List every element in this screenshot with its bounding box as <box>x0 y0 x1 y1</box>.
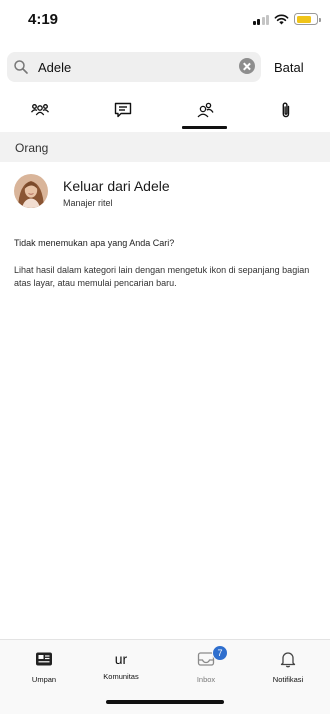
bell-icon <box>279 649 297 669</box>
status-time: 4:19 <box>28 11 59 28</box>
community-glyph-text: ur <box>114 651 128 667</box>
attachment-icon <box>282 102 290 118</box>
cancel-button[interactable]: Batal <box>274 60 304 75</box>
tab-people[interactable] <box>182 96 228 130</box>
nav-community[interactable]: ur Komunitas <box>91 640 151 690</box>
home-indicator <box>106 700 224 704</box>
not-found-hint: Lihat hasil dalam kategori lain dengan m… <box>14 265 310 288</box>
wifi-icon <box>274 14 289 24</box>
clear-icon[interactable] <box>239 58 255 74</box>
search-input[interactable]: Adele <box>7 52 261 82</box>
section-title: Orang <box>15 141 49 155</box>
nav-inbox[interactable]: Inbox <box>176 640 236 690</box>
nav-feed-label: Umpan <box>31 675 57 684</box>
person-result[interactable]: Keluar dari Adele Manajer ritel <box>0 168 330 220</box>
people-icon <box>197 102 214 118</box>
nav-feed[interactable]: Umpan <box>14 640 74 690</box>
tab-messages[interactable] <box>100 96 146 130</box>
tab-files[interactable] <box>263 96 309 130</box>
community-glyph: ur <box>115 649 127 669</box>
nav-community-label: Komunitas <box>103 672 139 681</box>
person-name: Keluar dari Adele <box>63 178 170 194</box>
nav-inbox-label: Inbox <box>196 675 216 684</box>
message-icon <box>114 102 132 118</box>
search-category-tabs <box>0 96 330 130</box>
group-icon <box>30 104 50 116</box>
nav-notifications[interactable]: Notifikasi <box>258 640 318 690</box>
search-icon <box>14 60 28 74</box>
inbox-badge: 7 <box>212 645 228 661</box>
status-bar: 4:19 <box>0 0 330 40</box>
tab-active-indicator <box>182 126 227 129</box>
search-query: Adele <box>38 60 72 75</box>
avatar <box>14 174 48 208</box>
person-job-title: Manajer ritel <box>63 198 113 208</box>
nav-notifications-label: Notifikasi <box>272 675 304 684</box>
feed-icon <box>35 649 53 669</box>
status-icons <box>252 13 321 25</box>
section-header-people: Orang <box>0 132 330 162</box>
tab-groups[interactable] <box>17 96 63 130</box>
not-found-question: Tidak menemukan apa yang Anda Cari? <box>14 238 175 248</box>
battery-icon <box>294 13 321 25</box>
search-row: Adele Batal <box>0 52 330 82</box>
signal-icon <box>252 14 269 25</box>
